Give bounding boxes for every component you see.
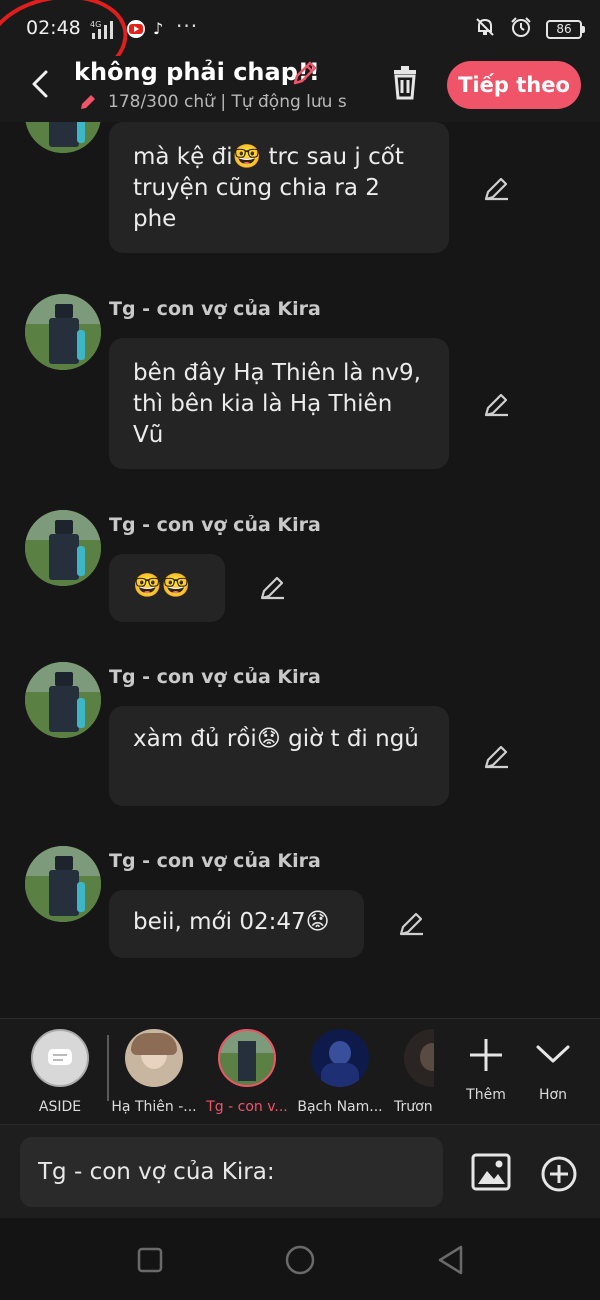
add-label: Thêm bbox=[466, 1087, 506, 1103]
editor-header: không phải chap!! 178/300 chữ | Tự động … bbox=[0, 56, 600, 122]
back-button[interactable] bbox=[24, 64, 60, 100]
message-bubble[interactable]: bên đây Hạ Thiên là nv9, thì bên kia là … bbox=[109, 338, 449, 469]
youtube-icon bbox=[126, 20, 146, 42]
character-aside[interactable]: ASIDE bbox=[15, 1029, 105, 1115]
image-icon bbox=[471, 1153, 511, 1191]
signal-icon: 4G bbox=[90, 18, 118, 44]
character-label: Trươn bbox=[394, 1099, 433, 1115]
trash-icon bbox=[394, 66, 416, 100]
message-bubble[interactable]: beii, mới 02:47😟 bbox=[109, 890, 364, 958]
edit-message-button[interactable] bbox=[482, 173, 512, 203]
character-label: Tg - con v... bbox=[206, 1099, 288, 1115]
word-count-autosave: 178/300 chữ | Tự động lưu s bbox=[108, 92, 347, 112]
recents-button[interactable] bbox=[136, 1246, 164, 1278]
character-label: Bạch Nam... bbox=[297, 1099, 383, 1115]
character-label: Hạ Thiên -... bbox=[111, 1099, 197, 1115]
message-text: mà kệ đi🤓 trc sau j cốt truyện cũng chia… bbox=[133, 144, 404, 232]
sender-name: Tg - con vợ của Kira bbox=[109, 666, 321, 688]
character-avatar bbox=[218, 1029, 276, 1087]
pencil-icon bbox=[484, 393, 508, 417]
message-bubble[interactable]: mà kệ đi🤓 trc sau j cốt truyện cũng chia… bbox=[109, 122, 449, 253]
system-navigation bbox=[0, 1218, 600, 1300]
plus-circle-icon bbox=[541, 1156, 577, 1192]
message-bubble[interactable]: 🤓🤓 bbox=[109, 554, 225, 622]
message-bubble[interactable]: xàm đủ rồi😟 giờ t đi ngủ bbox=[109, 706, 449, 806]
triangle-back-icon bbox=[438, 1245, 463, 1275]
aside-avatar bbox=[31, 1029, 89, 1087]
message-text: xàm đủ rồi😟 giờ t đi ngủ bbox=[133, 726, 419, 752]
character-truong[interactable]: Trươn bbox=[388, 1029, 434, 1115]
sender-name: Tg - con vợ của Kira bbox=[109, 514, 321, 536]
edit-message-button[interactable] bbox=[482, 741, 512, 771]
next-button[interactable]: Tiếp theo bbox=[447, 61, 581, 109]
delete-button[interactable] bbox=[386, 64, 424, 106]
message-list[interactable]: mà kệ đi🤓 trc sau j cốt truyện cũng chia… bbox=[0, 122, 600, 1018]
pencil-icon bbox=[484, 177, 508, 201]
pencil-icon bbox=[399, 912, 423, 936]
character-tg[interactable]: Tg - con v... bbox=[202, 1029, 292, 1115]
edit-message-button[interactable] bbox=[482, 389, 512, 419]
edit-message-button[interactable] bbox=[397, 908, 427, 938]
message-text: bên đây Hạ Thiên là nv9, thì bên kia là … bbox=[133, 360, 421, 448]
status-bar: 02:48 4G ♪ ··· 86 bbox=[0, 0, 600, 100]
chapter-title[interactable]: không phải chap!! bbox=[74, 58, 320, 86]
speech-bubble-icon bbox=[48, 1049, 72, 1065]
add-character-button[interactable]: Thêm bbox=[451, 1027, 521, 1103]
avatar[interactable] bbox=[25, 662, 101, 738]
character-label: ASIDE bbox=[38, 1099, 82, 1115]
character-avatar bbox=[311, 1029, 369, 1087]
character-bach-nam[interactable]: Bạch Nam... bbox=[295, 1029, 385, 1115]
pencil-icon bbox=[484, 745, 508, 769]
pencil-filled-icon bbox=[81, 95, 95, 109]
message-input[interactable] bbox=[20, 1137, 443, 1207]
character-avatar bbox=[125, 1029, 183, 1087]
message-text: 🤓🤓 bbox=[133, 573, 191, 599]
mute-icon bbox=[474, 16, 496, 42]
back-nav-button[interactable] bbox=[436, 1244, 466, 1280]
character-avatar bbox=[404, 1029, 434, 1087]
add-content-button[interactable] bbox=[540, 1155, 578, 1197]
sender-name: Tg - con vợ của Kira bbox=[109, 298, 321, 320]
pencil-icon bbox=[260, 576, 284, 600]
chevron-down-icon bbox=[536, 1045, 570, 1063]
chapter-meta: 178/300 chữ | Tự động lưu s bbox=[78, 92, 364, 112]
chevron-left-icon bbox=[32, 70, 48, 98]
circle-icon bbox=[285, 1245, 315, 1275]
insert-image-button[interactable] bbox=[471, 1153, 511, 1195]
edit-message-button[interactable] bbox=[258, 572, 288, 602]
home-button[interactable] bbox=[284, 1244, 316, 1280]
avatar[interactable] bbox=[25, 122, 101, 153]
square-icon bbox=[137, 1247, 163, 1273]
tiktok-icon: ♪ bbox=[153, 19, 164, 38]
battery-indicator: 86 bbox=[546, 19, 585, 39]
character-ha-thien[interactable]: Hạ Thiên -... bbox=[109, 1029, 199, 1115]
avatar[interactable] bbox=[25, 846, 101, 922]
composer bbox=[0, 1124, 600, 1218]
more-characters-button[interactable]: Hơn bbox=[518, 1027, 588, 1103]
message-text: beii, mới 02:47😟 bbox=[133, 909, 330, 935]
status-time: 02:48 bbox=[26, 17, 81, 39]
avatar[interactable] bbox=[25, 510, 101, 586]
network-type: 4G bbox=[90, 20, 101, 29]
more-notifications-icon: ··· bbox=[176, 14, 199, 38]
pencil-icon bbox=[293, 61, 317, 85]
alarm-icon bbox=[510, 16, 532, 42]
character-selector: ASIDE Hạ Thiên -... Tg - con v... Bạch N… bbox=[0, 1018, 600, 1124]
avatar[interactable] bbox=[25, 294, 101, 370]
edit-title-button[interactable] bbox=[290, 58, 320, 92]
plus-icon bbox=[470, 1039, 502, 1071]
sender-name: Tg - con vợ của Kira bbox=[109, 850, 321, 872]
more-label: Hơn bbox=[539, 1087, 567, 1103]
